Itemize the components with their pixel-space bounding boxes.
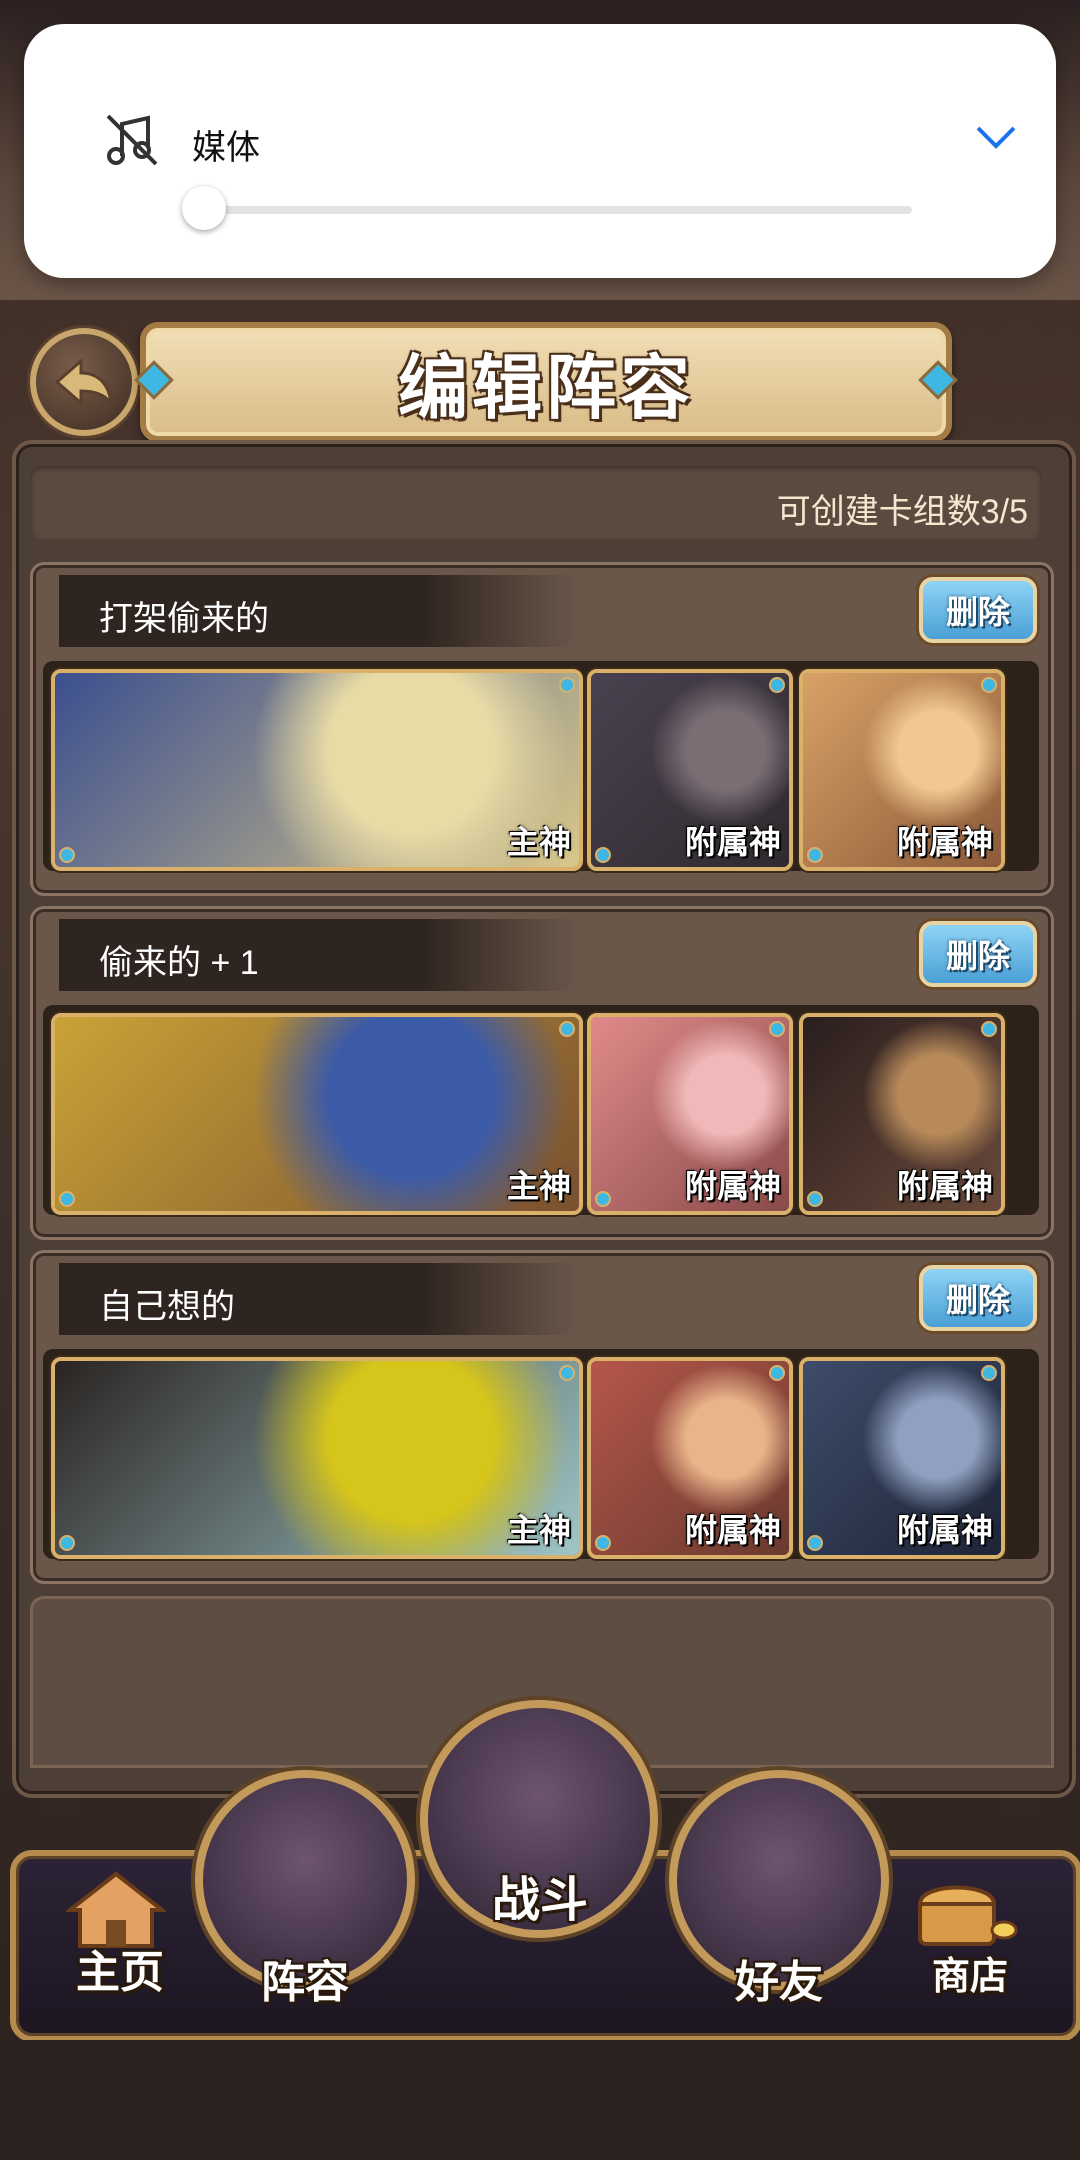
deck-panel[interactable]: 打架偷来的 删除 主神 附属神 附属神: [30, 562, 1054, 896]
card-role-label: 主神: [506, 824, 571, 860]
delete-button-label: 删除: [945, 938, 1010, 974]
title-banner: 编辑阵容: [134, 322, 958, 442]
deck-name-bar: 偷来的 + 1: [59, 919, 579, 991]
nav-home-label: 主页: [76, 1948, 164, 1997]
card-art: [55, 1017, 579, 1211]
gem-icon: [595, 847, 611, 863]
sub-god-card[interactable]: 附属神: [799, 1357, 1005, 1559]
nav-friends[interactable]: 好友: [664, 1770, 894, 2010]
card-role-label: 主神: [506, 1512, 571, 1548]
bottom-strip: [0, 2040, 1080, 2160]
nav-friends-label: 好友: [735, 1958, 823, 2007]
sub-god-card[interactable]: 附属神: [799, 1013, 1005, 1215]
nav-battle-label: 战斗: [491, 1874, 588, 1927]
gem-icon: [981, 677, 997, 693]
music-muted-icon[interactable]: [102, 110, 162, 170]
delete-button-label: 删除: [945, 1282, 1010, 1318]
card-art: [55, 673, 579, 867]
card-role-label: 附属神: [896, 824, 993, 860]
nav-home[interactable]: 主页: [50, 1870, 190, 2000]
gem-icon: [981, 1365, 997, 1381]
treasure-chest-icon: [917, 1885, 1018, 1946]
card-role-label: 附属神: [896, 1168, 993, 1204]
sub-god-card[interactable]: 附属神: [587, 669, 793, 871]
delete-deck-button[interactable]: 删除: [919, 921, 1037, 987]
deck-name: 打架偷来的: [99, 600, 269, 638]
gem-icon: [807, 1191, 823, 1207]
deck-name-bar: 打架偷来的: [59, 575, 579, 647]
gem-icon: [807, 847, 823, 863]
media-volume-panel: 媒体: [24, 24, 1056, 278]
deck-count-text: 可创建卡组数3/5: [776, 493, 1028, 531]
deck-panel[interactable]: 自己想的 删除 主神 附属神 附属神: [30, 1250, 1054, 1584]
volume-stream-label: 媒体: [192, 129, 260, 167]
page-title: 编辑阵容: [398, 348, 694, 427]
deck-name: 偷来的 + 1: [99, 944, 259, 982]
gem-icon: [59, 1191, 75, 1207]
deck-cards-row: 主神 附属神 附属神: [43, 1005, 1039, 1215]
sub-god-card[interactable]: 附属神: [799, 669, 1005, 871]
nav-shop-label: 商店: [931, 1956, 1008, 1998]
card-art: [55, 1361, 579, 1555]
main-god-card[interactable]: 主神: [51, 1013, 583, 1215]
gem-icon: [559, 677, 575, 693]
card-role-label: 附属神: [684, 824, 781, 860]
nav-lineup-label: 阵容: [261, 1958, 349, 2007]
back-button[interactable]: [30, 328, 138, 436]
gem-icon: [59, 847, 75, 863]
gem-icon: [595, 1191, 611, 1207]
gem-icon: [769, 1021, 785, 1037]
card-role-label: 附属神: [684, 1512, 781, 1548]
gem-icon: [807, 1535, 823, 1551]
nav-shop[interactable]: 商店: [900, 1870, 1040, 2000]
deck-name-bar: 自己想的: [59, 1263, 579, 1335]
delete-deck-button[interactable]: 删除: [919, 577, 1037, 643]
nav-lineup[interactable]: 阵容: [190, 1770, 420, 2010]
gem-icon: [134, 360, 174, 400]
card-role-label: 附属神: [684, 1168, 781, 1204]
card-role-label: 附属神: [896, 1512, 993, 1548]
sub-god-card[interactable]: 附属神: [587, 1013, 793, 1215]
deck-panel[interactable]: 偷来的 + 1 删除 主神 附属神 附属神: [30, 906, 1054, 1240]
delete-deck-button[interactable]: 删除: [919, 1265, 1037, 1331]
chevron-down-icon[interactable]: [972, 120, 1020, 156]
gem-icon: [559, 1021, 575, 1037]
deck-cards-row: 主神 附属神 附属神: [43, 661, 1039, 871]
gem-icon: [559, 1365, 575, 1381]
back-arrow-icon: [54, 357, 113, 407]
nav-battle[interactable]: 战斗: [414, 1700, 666, 1938]
deck-cards-row: 主神 附属神 附属神: [43, 1349, 1039, 1559]
main-god-card[interactable]: 主神: [51, 1357, 583, 1559]
gem-icon: [769, 677, 785, 693]
gem-icon: [918, 360, 958, 400]
card-role-label: 主神: [506, 1168, 571, 1204]
delete-button-label: 删除: [945, 594, 1010, 630]
deck-name: 自己想的: [99, 1288, 235, 1326]
gem-icon: [769, 1365, 785, 1381]
volume-slider-knob[interactable]: [182, 186, 226, 230]
deck-count-bar: 可创建卡组数3/5: [30, 466, 1042, 540]
gem-icon: [981, 1021, 997, 1037]
gem-icon: [595, 1535, 611, 1551]
gem-icon: [59, 1535, 75, 1551]
volume-slider-track[interactable]: [204, 206, 912, 214]
sub-god-card[interactable]: 附属神: [587, 1357, 793, 1559]
main-god-card[interactable]: 主神: [51, 669, 583, 871]
